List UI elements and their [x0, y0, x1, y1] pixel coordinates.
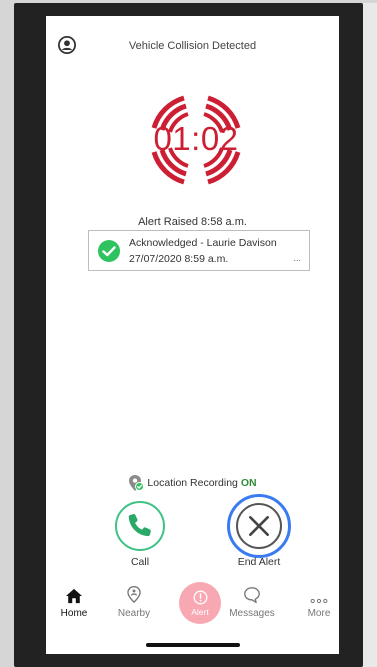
nav-more[interactable]: More — [298, 582, 339, 619]
close-icon — [249, 516, 269, 536]
call-label: Call — [130, 556, 150, 568]
countdown-timer: 01:02 — [153, 120, 239, 157]
message-bubble-icon — [244, 587, 260, 604]
acknowledgement-card[interactable]: Acknowledged - Laurie Davison 27/07/2020… — [88, 230, 310, 271]
nav-messages[interactable]: Messages — [224, 582, 280, 619]
call-button[interactable] — [115, 501, 165, 551]
location-recording-label: Location Recording — [147, 476, 238, 489]
end-alert-circle — [236, 503, 282, 549]
app-screen: Vehicle Collision Detected 01:02 Alert R… — [46, 16, 339, 654]
nav-nearby[interactable]: Nearby — [106, 582, 162, 619]
phone-icon — [128, 514, 151, 537]
check-circle-icon — [98, 240, 120, 262]
nav-alert[interactable]: Alert — [179, 582, 221, 624]
more-dots-icon — [310, 598, 328, 604]
location-recording-status: Location Recording ON — [46, 474, 339, 492]
alert-icon — [193, 590, 207, 605]
nav-home-label: Home — [60, 608, 88, 619]
end-alert-label: End Alert — [237, 556, 281, 568]
nav-nearby-label: Nearby — [117, 608, 151, 619]
location-recording-on: ON — [240, 476, 257, 489]
nav-alert-label: Alert — [191, 607, 209, 617]
alert-raised-time: Alert Raised 8:58 a.m. — [138, 216, 247, 228]
home-indicator — [146, 643, 240, 647]
acknowledged-time: 27/07/2020 8:59 a.m. — [129, 253, 229, 265]
nav-more-label: More — [307, 608, 331, 619]
location-pin-check-icon — [128, 474, 145, 492]
more-options-button[interactable]: ... — [293, 253, 301, 263]
nav-home[interactable]: Home — [46, 582, 102, 619]
nav-messages-label: Messages — [229, 608, 275, 619]
acknowledged-by: Acknowledged - Laurie Davison — [129, 237, 277, 249]
end-alert-button[interactable] — [227, 494, 291, 558]
nearby-pin-icon — [127, 586, 141, 604]
page-title: Vehicle Collision Detected — [128, 40, 257, 52]
window-edge — [363, 3, 377, 667]
home-icon — [66, 588, 82, 604]
